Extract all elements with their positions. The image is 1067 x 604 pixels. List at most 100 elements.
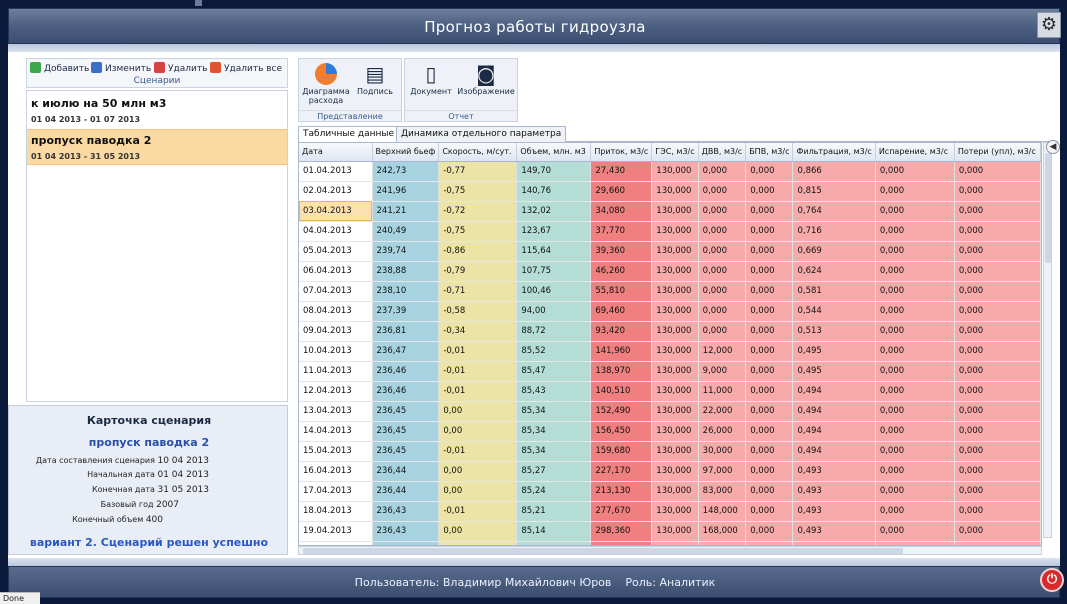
table-cell[interactable]: 130,000 <box>651 461 699 482</box>
table-cell[interactable]: 0,494 <box>792 401 876 422</box>
table-cell[interactable]: 0,000 <box>954 441 1041 462</box>
table-cell[interactable]: 0,000 <box>875 481 955 502</box>
table-cell[interactable]: 0,000 <box>954 421 1041 442</box>
tab-parameter-dynamics[interactable]: Динамика отдельного параметра <box>396 126 567 142</box>
table-row[interactable]: 04.04.2013 240,49 -0,75 123,67 37,770 130,000… <box>299 221 1041 242</box>
table-cell[interactable]: 85,27 <box>516 461 592 482</box>
delete-all-button[interactable]: Удалить все <box>210 62 282 75</box>
table-cell[interactable]: 55,810 <box>590 281 653 302</box>
table-cell[interactable]: 0,000 <box>745 361 794 382</box>
table-cell[interactable]: 0,000 <box>875 261 955 282</box>
table-cell[interactable]: 236,45 <box>372 421 440 442</box>
table-cell[interactable]: 130,000 <box>651 421 699 442</box>
scenario-item[interactable]: к июлю на 50 млн м3 01 04 2013 - 01 07 2… <box>27 93 287 129</box>
table-cell[interactable]: 01.04.2013 <box>299 161 373 182</box>
table-cell[interactable]: 0,000 <box>745 481 794 502</box>
table-cell[interactable]: 0,000 <box>954 281 1041 302</box>
image-button[interactable]: ◙ Изображение <box>455 61 517 96</box>
table-cell[interactable]: 0,000 <box>875 401 955 422</box>
table-cell[interactable]: 0,000 <box>875 221 955 242</box>
table-cell[interactable]: 236,45 <box>372 401 440 422</box>
delete-scenario-button[interactable]: Удалить <box>154 62 207 75</box>
add-scenario-button[interactable]: Добавить <box>30 62 89 75</box>
table-cell[interactable]: 85,21 <box>516 501 592 522</box>
table-cell[interactable]: 0,000 <box>745 301 794 322</box>
table-cell[interactable]: 130,000 <box>651 221 699 242</box>
table-cell[interactable]: -0,34 <box>438 321 518 342</box>
table-cell[interactable]: 227,170 <box>590 461 653 482</box>
table-cell[interactable]: 11.04.2013 <box>299 361 373 382</box>
table-cell[interactable]: 213,130 <box>590 481 653 502</box>
table-cell[interactable]: -0,71 <box>438 281 518 302</box>
table-cell[interactable]: -0,72 <box>438 201 518 222</box>
table-cell[interactable]: 168,000 <box>698 521 747 542</box>
table-cell[interactable]: 0,493 <box>792 461 876 482</box>
table-cell[interactable]: 0,000 <box>745 341 794 362</box>
table-cell[interactable]: 0,000 <box>875 381 955 402</box>
column-header[interactable]: Фильтрация, м3/с <box>792 143 876 162</box>
table-cell[interactable]: 0,000 <box>954 461 1041 482</box>
table-cell[interactable]: 0,494 <box>792 421 876 442</box>
table-cell[interactable]: 130,000 <box>651 481 699 502</box>
table-cell[interactable]: 0,000 <box>698 221 747 242</box>
table-cell[interactable]: 0,000 <box>698 261 747 282</box>
table-cell[interactable]: 0,000 <box>698 321 747 342</box>
table-cell[interactable]: 236,44 <box>372 461 440 482</box>
table-row[interactable]: 17.04.2013 236,44 0,00 85,24 213,130 130,000 8… <box>299 481 1041 502</box>
table-cell[interactable]: 238,88 <box>372 261 440 282</box>
table-cell[interactable]: 85,14 <box>516 521 592 542</box>
table-cell[interactable]: 0,000 <box>745 461 794 482</box>
table-cell[interactable]: 34,080 <box>590 201 653 222</box>
vertical-scrollbar[interactable] <box>1043 142 1052 538</box>
table-cell[interactable]: -0,01 <box>438 341 518 362</box>
table-row[interactable]: 15.04.2013 236,45 -0,01 85,34 159,680 130,000… <box>299 441 1041 462</box>
table-cell[interactable]: 0,000 <box>745 221 794 242</box>
table-cell[interactable]: 0,000 <box>954 361 1041 382</box>
table-row[interactable]: 13.04.2013 236,45 0,00 85,34 152,490 130,000 2… <box>299 401 1041 422</box>
horizontal-scroll-thumb[interactable] <box>303 548 903 554</box>
table-cell[interactable]: 09.04.2013 <box>299 321 373 342</box>
table-cell[interactable]: -0,77 <box>438 161 518 182</box>
table-cell[interactable]: 130,000 <box>651 361 699 382</box>
table-cell[interactable]: 140,510 <box>590 381 653 402</box>
table-cell[interactable]: -0,79 <box>438 261 518 282</box>
table-cell[interactable]: 0,000 <box>698 301 747 322</box>
column-header[interactable]: Скорость, м/сут. <box>438 143 518 162</box>
table-cell[interactable]: 0,000 <box>745 201 794 222</box>
table-cell[interactable]: -0,01 <box>438 441 518 462</box>
column-header[interactable]: Приток, м3/с <box>590 143 653 162</box>
table-cell[interactable]: 100,46 <box>516 281 592 302</box>
table-cell[interactable]: 237,39 <box>372 301 440 322</box>
table-cell[interactable]: 0,000 <box>875 361 955 382</box>
table-cell[interactable]: 03.04.2013 <box>299 201 373 222</box>
table-cell[interactable]: 94,00 <box>516 301 592 322</box>
table-cell[interactable]: 0,544 <box>792 301 876 322</box>
table-cell[interactable]: 17.04.2013 <box>299 481 373 502</box>
scenario-item-selected[interactable]: пропуск паводка 2 01 04 2013 - 31 05 201… <box>27 129 287 165</box>
column-header[interactable]: Потери (упл), м3/с <box>954 143 1041 162</box>
table-cell[interactable]: 0,000 <box>954 301 1041 322</box>
table-cell[interactable]: 88,72 <box>516 321 592 342</box>
table-cell[interactable]: 242,73 <box>372 161 440 182</box>
table-row[interactable]: 09.04.2013 236,81 -0,34 88,72 93,420 130,000 0… <box>299 321 1041 342</box>
table-cell[interactable]: 0,000 <box>954 321 1041 342</box>
table-cell[interactable]: 0,000 <box>875 461 955 482</box>
table-cell[interactable]: 85,34 <box>516 421 592 442</box>
table-cell[interactable]: 277,670 <box>590 501 653 522</box>
table-cell[interactable]: 16.04.2013 <box>299 461 373 482</box>
table-row[interactable]: 14.04.2013 236,45 0,00 85,34 156,450 130,000 2… <box>299 421 1041 442</box>
table-cell[interactable]: 0,000 <box>954 241 1041 262</box>
table-cell[interactable]: 0,513 <box>792 321 876 342</box>
table-cell[interactable]: 236,43 <box>372 521 440 542</box>
table-cell[interactable]: 22,000 <box>698 401 747 422</box>
table-cell[interactable]: 240,49 <box>372 221 440 242</box>
table-cell[interactable]: 27,430 <box>590 161 653 182</box>
table-cell[interactable]: 05.04.2013 <box>299 241 373 262</box>
table-cell[interactable]: 140,76 <box>516 181 592 202</box>
table-cell[interactable]: -0,75 <box>438 221 518 242</box>
table-cell[interactable]: 0,000 <box>698 241 747 262</box>
table-cell[interactable]: 0,000 <box>745 381 794 402</box>
table-cell[interactable]: 115,64 <box>516 241 592 262</box>
table-cell[interactable]: 0,494 <box>792 381 876 402</box>
table-cell[interactable]: 0,669 <box>792 241 876 262</box>
